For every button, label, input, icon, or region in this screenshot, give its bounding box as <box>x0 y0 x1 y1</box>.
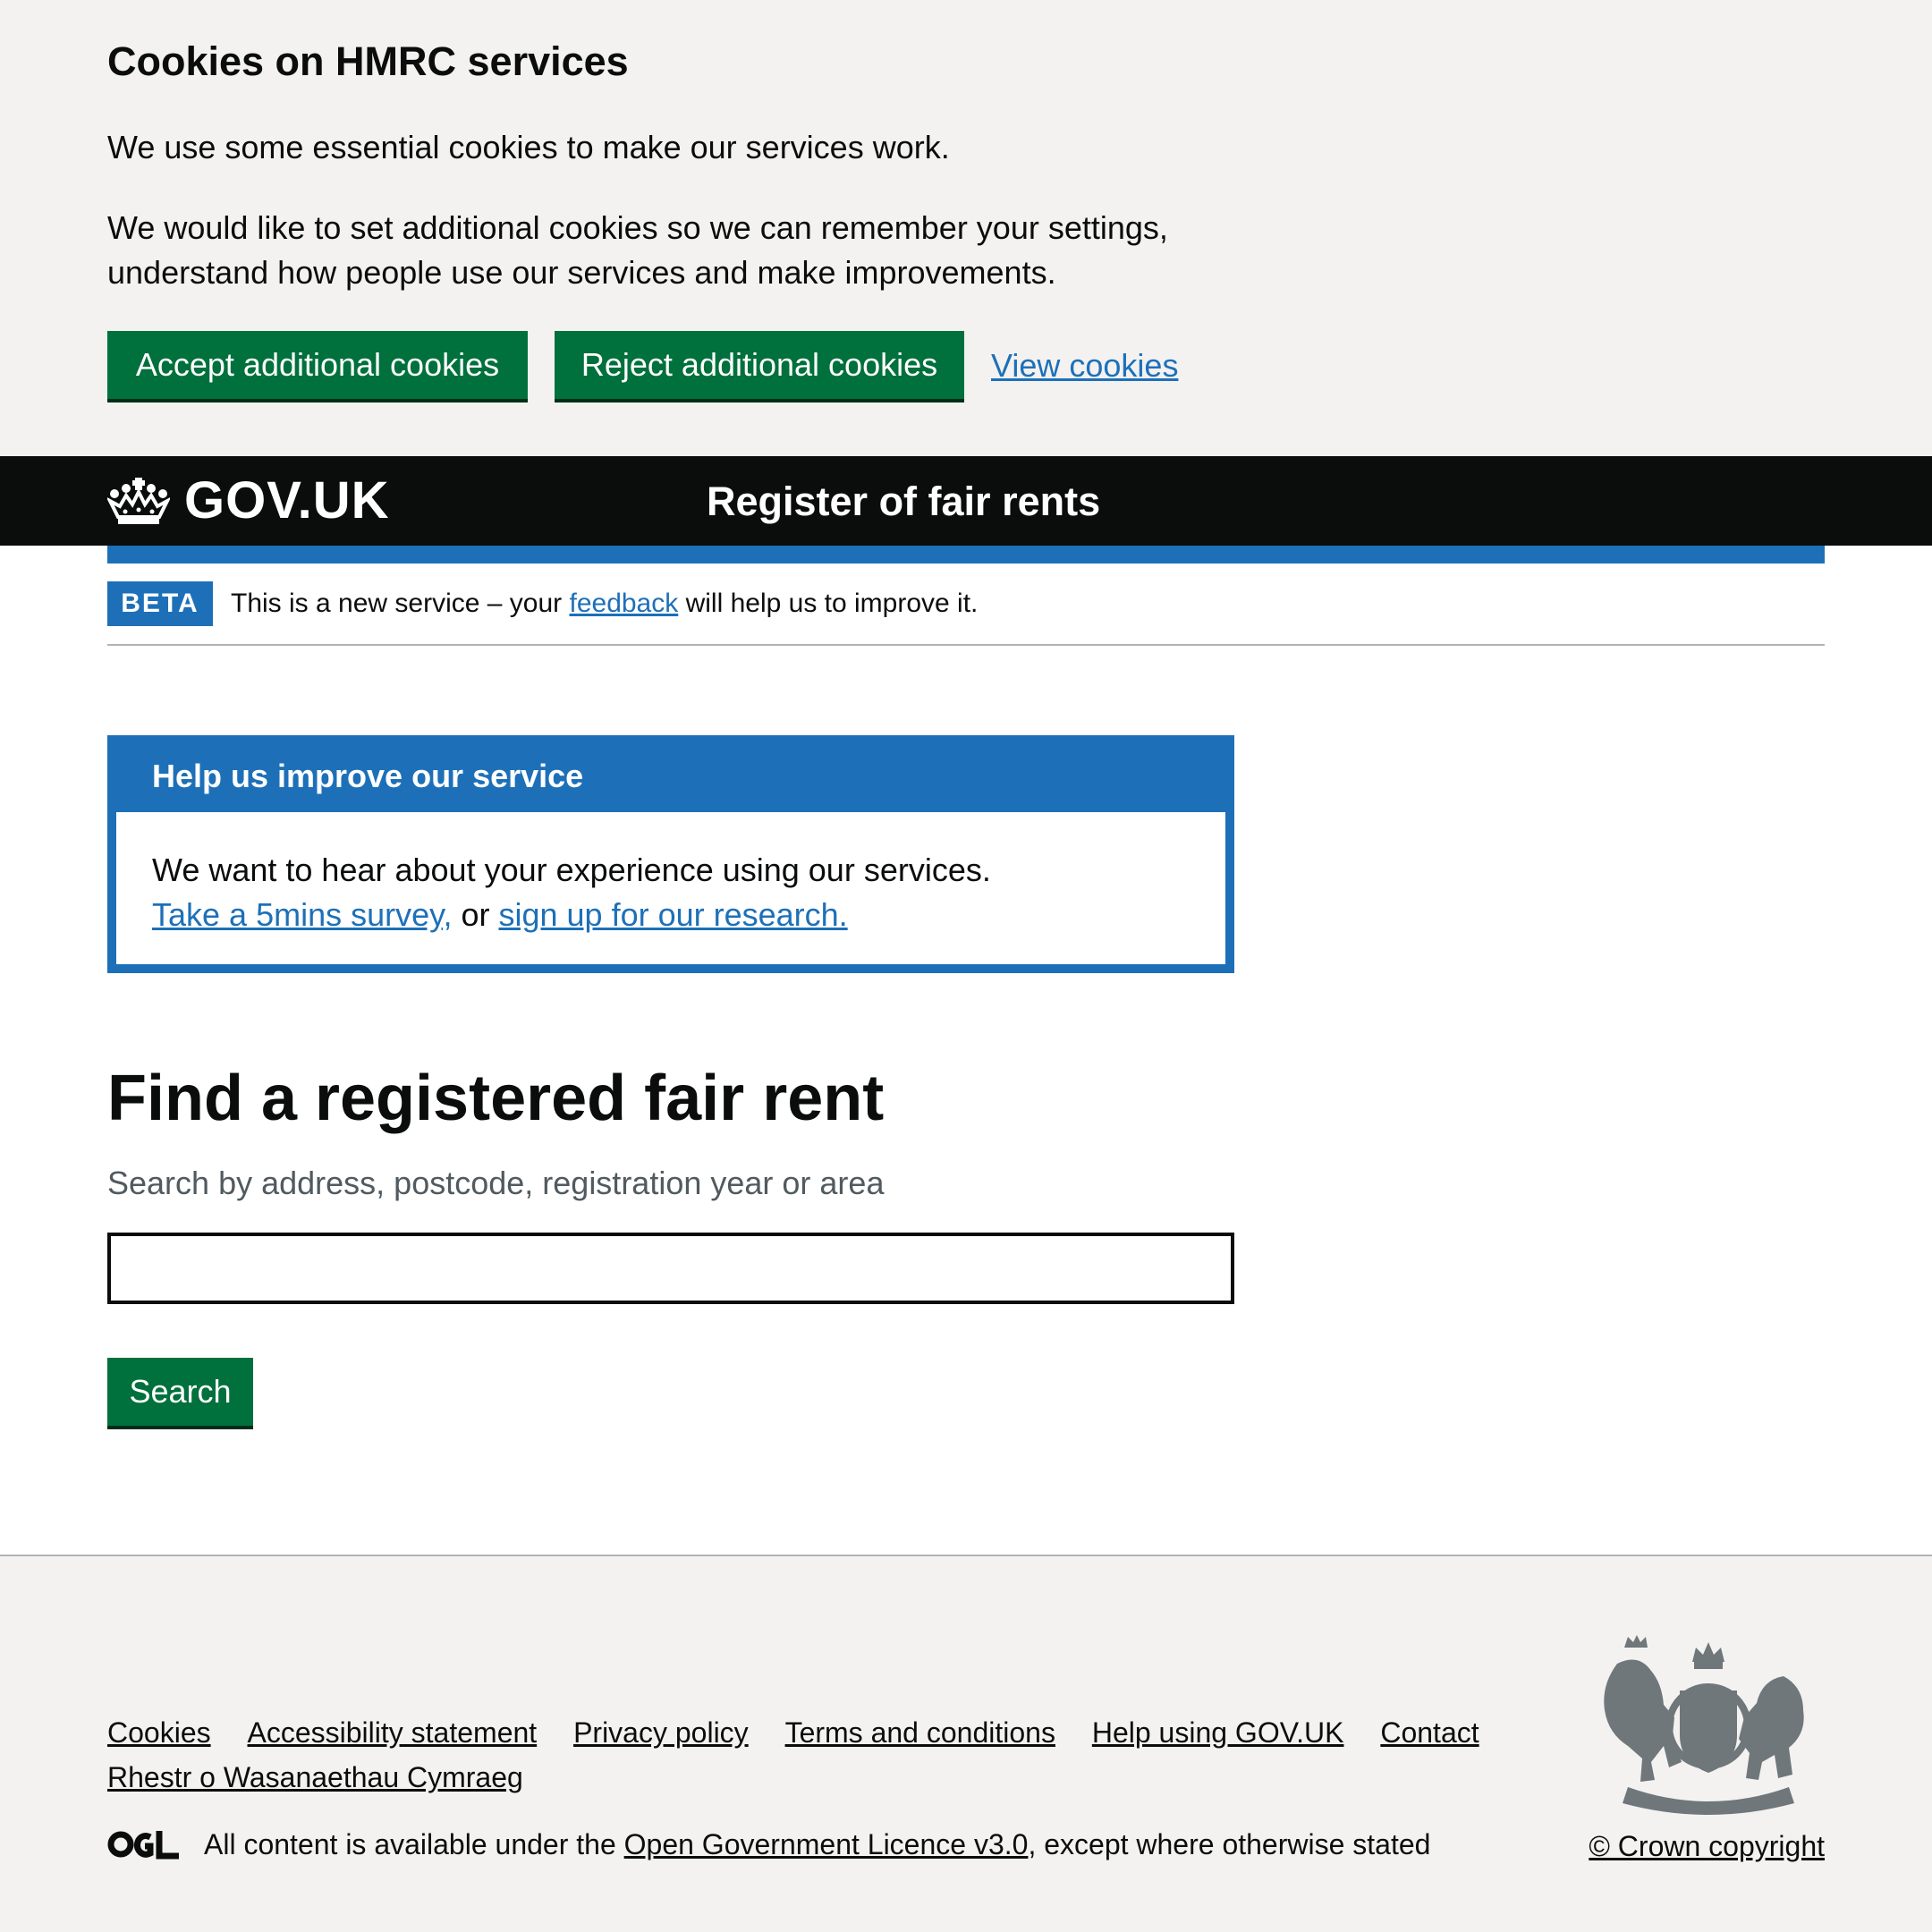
cookie-banner-title: Cookies on HMRC services <box>107 38 629 84</box>
footer-links: Cookies Accessibility statement Privacy … <box>107 1710 1538 1800</box>
licence-text-after: , except where otherwise stated <box>1028 1828 1431 1860</box>
site-footer: Cookies Accessibility statement Privacy … <box>0 1555 1932 1932</box>
research-signup-link[interactable]: sign up for our research. <box>498 896 847 933</box>
view-cookies-link[interactable]: View cookies <box>991 343 1178 388</box>
header-blue-bar <box>107 546 1825 564</box>
crown-copyright-link[interactable]: © Crown copyright <box>1589 1826 1825 1866</box>
govuk-logo-link[interactable]: GOV.UK <box>107 472 389 530</box>
service-name-link[interactable]: Register of fair rents <box>707 476 1100 528</box>
help-box-title: Help us improve our service <box>152 758 584 794</box>
footer-link-accessibility[interactable]: Accessibility statement <box>248 1710 538 1755</box>
help-box-body: We want to hear about your experience us… <box>152 848 1208 937</box>
feedback-link[interactable]: feedback <box>569 589 678 618</box>
survey-link[interactable]: Take a 5mins survey, <box>152 896 452 933</box>
footer-link-privacy[interactable]: Privacy policy <box>573 1710 749 1755</box>
licence-text-before: All content is available under the <box>204 1828 624 1860</box>
help-box-header: Help us improve our service <box>116 744 1225 812</box>
licence-text: All content is available under the Open … <box>204 1825 1430 1864</box>
crown-icon <box>107 478 170 524</box>
search-hint: Search by address, postcode, registratio… <box>107 1165 885 1201</box>
search-button[interactable]: Search <box>107 1358 253 1426</box>
footer-link-help[interactable]: Help using GOV.UK <box>1092 1710 1344 1755</box>
footer-link-terms[interactable]: Terms and conditions <box>785 1710 1055 1755</box>
footer-link-cookies[interactable]: Cookies <box>107 1710 211 1755</box>
govuk-logotype: GOV.UK <box>184 471 390 530</box>
phase-banner-text: This is a new service – your feedback wi… <box>231 585 978 623</box>
beta-tag: BETA <box>107 581 213 626</box>
accept-cookies-button[interactable]: Accept additional cookies <box>107 331 528 399</box>
footer-link-contact[interactable]: Contact <box>1380 1710 1479 1755</box>
cookie-banner: Cookies on HMRC services We use some ess… <box>0 0 1932 456</box>
cookie-banner-text: We use some essential cookies to make ou… <box>107 129 950 165</box>
phase-text-after: will help us to improve it. <box>678 589 979 618</box>
open-government-licence-link[interactable]: Open Government Licence v3.0 <box>624 1828 1029 1860</box>
page-title: Find a registered fair rent <box>107 1063 885 1134</box>
licence-row: All content is available under the Open … <box>107 1825 1430 1864</box>
reject-cookies-button[interactable]: Reject additional cookies <box>555 331 964 399</box>
help-box-links: Take a 5mins survey, or sign up for our … <box>152 893 1208 937</box>
help-or-text: or <box>452 896 499 933</box>
footer-link-welsh[interactable]: Rhestr o Wasanaethau Cymraeg <box>107 1755 523 1800</box>
help-improve-box: Help us improve our service We want to h… <box>107 735 1234 973</box>
cookie-banner-text-additional: We would like to set additional cookies … <box>107 209 1168 291</box>
help-box-text: We want to hear about your experience us… <box>152 852 991 888</box>
ogl-logo-icon <box>107 1831 179 1860</box>
site-header: GOV.UK Register of fair rents <box>0 456 1932 546</box>
phase-text-before: This is a new service – your <box>231 589 570 618</box>
phase-banner: BETA This is a new service – your feedba… <box>107 564 1825 646</box>
search-input[interactable] <box>107 1233 1234 1304</box>
royal-coat-of-arms-icon <box>1604 1635 1804 1815</box>
